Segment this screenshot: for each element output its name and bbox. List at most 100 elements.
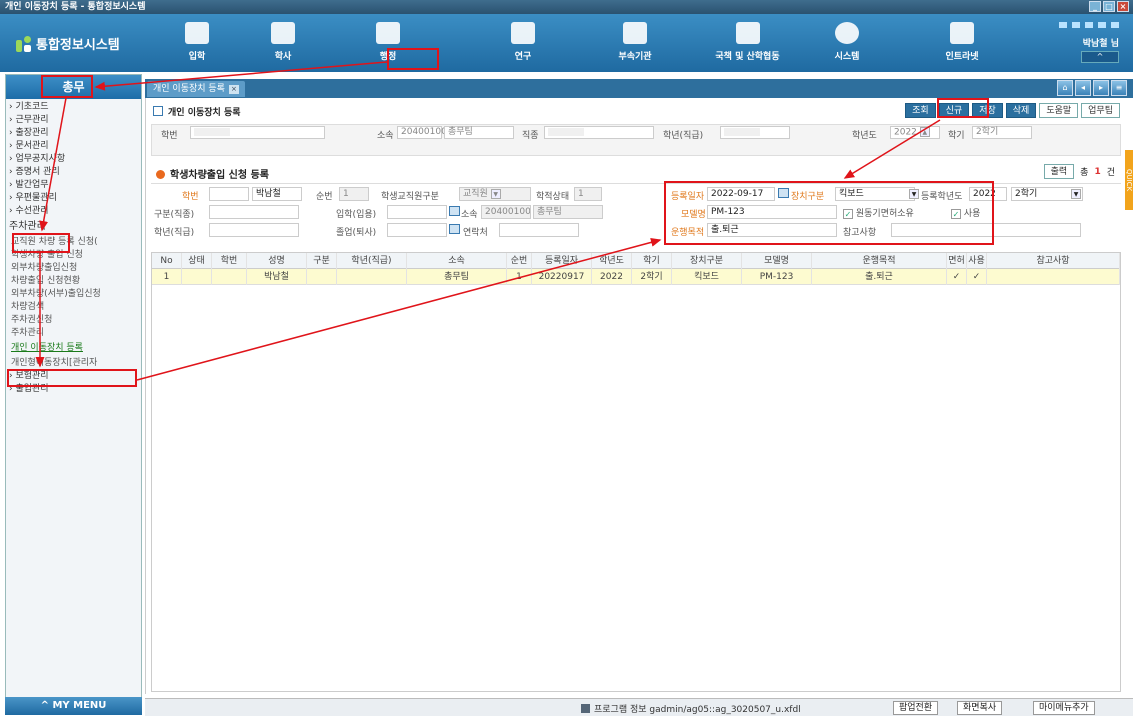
prev-icon[interactable]: ◂ — [1075, 80, 1091, 96]
col-header[interactable]: No — [152, 253, 182, 269]
seq-field[interactable]: 1 — [339, 187, 369, 201]
shortcut-icon[interactable] — [1098, 22, 1106, 28]
col-header[interactable]: 운행목적 — [812, 253, 947, 269]
shortcut-icon[interactable] — [1111, 22, 1119, 28]
col-header[interactable]: 모델명 — [742, 253, 812, 269]
list-icon[interactable]: ≡ — [1111, 80, 1127, 96]
sidebar-subitem[interactable]: 주차권신청 — [6, 314, 141, 327]
col-header[interactable]: 성명 — [247, 253, 307, 269]
grade-field[interactable] — [720, 126, 790, 139]
status-field[interactable]: 1 — [574, 187, 602, 201]
enter-field[interactable] — [387, 205, 447, 219]
sidebar-subitem[interactable]: 외부차량(서부)출입신청 — [6, 288, 141, 301]
col-header[interactable]: 순번 — [507, 253, 532, 269]
tab-close-icon[interactable]: × — [228, 85, 239, 94]
sidebar-item[interactable]: › 증명서 관리 — [6, 166, 141, 179]
phone-field[interactable] — [499, 223, 579, 237]
col-header[interactable]: 참고사항 — [987, 253, 1120, 269]
help-button[interactable]: 도움말 — [1039, 103, 1079, 118]
reg-year-field[interactable]: 2022 — [969, 187, 1007, 201]
collapse-header-button[interactable]: ^ — [1081, 51, 1119, 63]
nav-item-partnership[interactable]: 국책 및 산학협동 — [700, 20, 795, 68]
purpose-field[interactable]: 출.퇴근 — [707, 223, 837, 237]
sidebar-subitem[interactable]: 주차관리 — [6, 327, 141, 340]
sidebar-item[interactable]: › 업무공지사항 — [6, 153, 141, 166]
affil-code-field-2[interactable]: 20400100 — [481, 205, 531, 219]
chevron-down-icon[interactable]: ▼ — [490, 188, 501, 199]
col-header[interactable]: 학번 — [212, 253, 247, 269]
nav-item-academic[interactable]: 학사 — [248, 20, 318, 68]
col-header[interactable]: 소속 — [407, 253, 507, 269]
student-no-field[interactable] — [190, 126, 325, 139]
nav-item-admin[interactable]: 행정 — [353, 20, 423, 68]
sidebar-subitem[interactable]: 차량출입 신청현황 — [6, 275, 141, 288]
close-button[interactable]: × — [1117, 1, 1129, 12]
affil-code-field[interactable]: 20400100 — [397, 126, 447, 139]
model-field[interactable]: PM-123 — [707, 205, 837, 219]
year-field[interactable]: 2022 ▲ — [890, 126, 940, 139]
table-row[interactable]: 1 박남철 총무팀 1 20220917 2022 2학기 킥보드 PM-123… — [152, 269, 1120, 285]
license-check[interactable]: ✓ 원동기면허소유 — [843, 206, 914, 219]
new-button[interactable]: 신규 — [938, 103, 970, 118]
next-icon[interactable]: ▸ — [1093, 80, 1109, 96]
delete-button[interactable]: 삭제 — [1005, 103, 1037, 118]
shortcut-icon[interactable] — [1072, 22, 1080, 28]
save-button[interactable]: 저장 — [972, 103, 1003, 118]
license-cell-checkbox[interactable]: ✓ — [947, 269, 967, 285]
my-menu-button[interactable]: ^ MY MENU — [5, 697, 142, 715]
stepper-icon[interactable]: ▲ — [919, 127, 930, 137]
nav-item-system[interactable]: 시스템 — [812, 20, 882, 68]
popup-toggle-button[interactable]: 팝업전환 — [893, 701, 939, 715]
sidebar-item[interactable]: › 우편물관리 — [6, 192, 141, 205]
sidebar-item[interactable]: › 출장관리 — [6, 127, 141, 140]
sidebar-item[interactable]: › 수선관리 — [6, 205, 141, 218]
nav-item-research[interactable]: 연구 — [488, 20, 558, 68]
col-header[interactable]: 사용 — [967, 253, 987, 269]
col-header[interactable]: 등록일자 — [532, 253, 592, 269]
tips-button[interactable]: 업무팁 — [1081, 103, 1120, 118]
maximize-button[interactable]: □ — [1103, 1, 1115, 12]
add-my-menu-button[interactable]: 마이메뉴추가 — [1033, 701, 1095, 715]
screen-copy-button[interactable]: 화면복사 — [957, 701, 1003, 715]
nav-item-intranet[interactable]: 인트라넷 — [927, 20, 997, 68]
use-cell-checkbox[interactable]: ✓ — [967, 269, 987, 285]
col-header[interactable]: 학년(직급) — [337, 253, 407, 269]
shortcut-icon[interactable] — [1059, 22, 1067, 28]
user-name[interactable]: 박남철 님 — [1059, 36, 1119, 49]
col-header[interactable]: 학기 — [632, 253, 672, 269]
use-check[interactable]: ✓ 사용 — [951, 206, 980, 219]
sidebar-subitem-personal-mobility[interactable]: 개인 이동장치 등록 — [6, 340, 141, 357]
hakbun-field[interactable] — [209, 187, 249, 201]
sidebar-item[interactable]: › 문서관리 — [6, 140, 141, 153]
chevron-down-icon[interactable]: ▼ — [1071, 189, 1081, 199]
sidebar-item[interactable]: › 발간업무 — [6, 179, 141, 192]
sidebar-subitem[interactable]: 차량검색 — [6, 301, 141, 314]
col-header[interactable]: 면허 — [947, 253, 967, 269]
sidebar-item[interactable]: › 기초코드 — [6, 101, 141, 114]
affil-name-field-2[interactable]: 총무팀 — [533, 205, 603, 219]
sidebar-title[interactable]: 총무 — [6, 75, 141, 99]
tab-personal-mobility[interactable]: 개인 이동장치 등록 × — [147, 81, 245, 97]
note-field[interactable] — [891, 223, 1081, 237]
col-header[interactable]: 상태 — [182, 253, 212, 269]
sidebar-item-parking[interactable]: 주차관리 — [6, 218, 141, 236]
grad-field[interactable] — [387, 223, 447, 237]
sidebar-item[interactable]: › 근무관리 — [6, 114, 141, 127]
calendar-icon[interactable] — [778, 188, 789, 198]
sidebar-subitem[interactable]: 외부차량출입신청 — [6, 262, 141, 275]
grade-field-2[interactable] — [209, 223, 299, 237]
shortcut-icon[interactable] — [1085, 22, 1093, 28]
search-button[interactable]: 조회 — [905, 103, 936, 118]
affil-name-field[interactable]: 총무팀 — [444, 126, 514, 139]
chevron-down-icon[interactable]: ▼ — [909, 189, 919, 199]
type-select[interactable]: 교직원 ▼ — [459, 187, 531, 201]
nav-item-admission[interactable]: 입학 — [162, 20, 232, 68]
term-field[interactable]: 2학기 — [972, 126, 1032, 139]
minimize-button[interactable]: _ — [1089, 1, 1101, 12]
app-logo[interactable]: 통합정보시스템 — [16, 34, 120, 53]
nav-item-affiliate[interactable]: 부속기관 — [600, 20, 670, 68]
dept-field[interactable] — [209, 205, 299, 219]
sidebar-item[interactable]: › 보험관리 — [6, 370, 141, 383]
use-checkbox[interactable]: ✓ — [951, 208, 961, 219]
calendar-icon[interactable] — [449, 206, 460, 216]
